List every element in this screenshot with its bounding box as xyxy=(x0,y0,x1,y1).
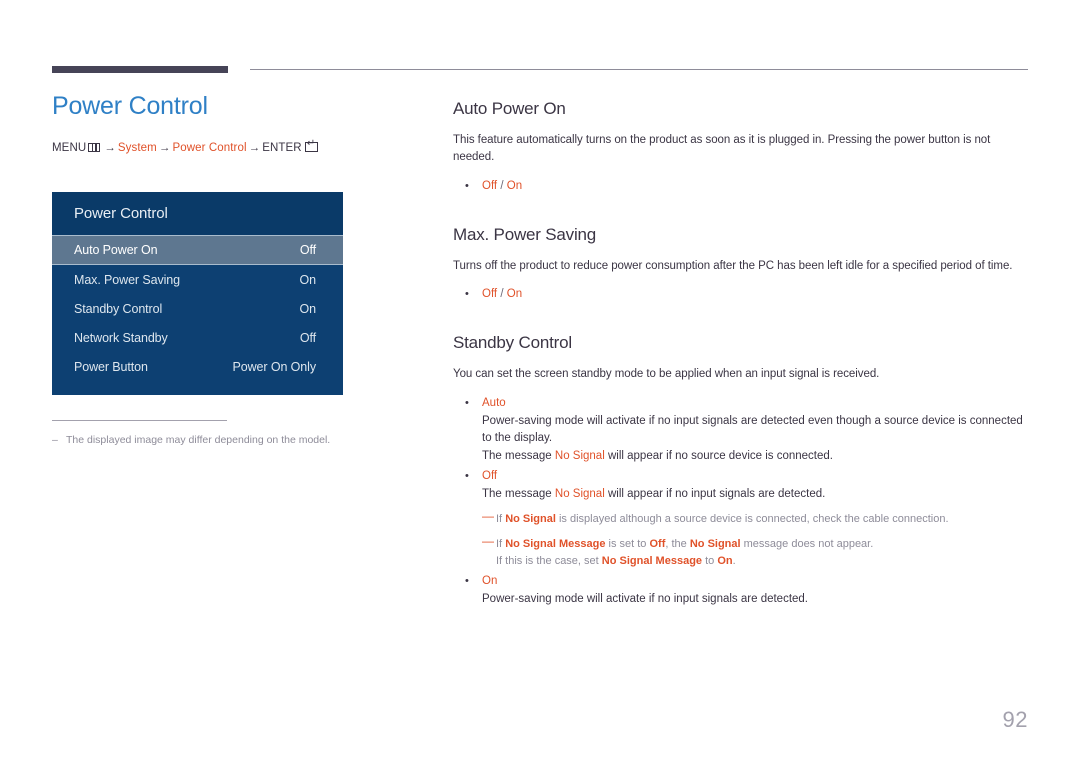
footnote-dash: – xyxy=(52,434,58,446)
option-on: On xyxy=(506,179,523,192)
osd-row-value: Power On Only xyxy=(232,359,317,374)
subnote-prefix: If xyxy=(496,512,503,525)
breadcrumb-menu-label: MENU xyxy=(52,142,87,154)
option-on: On xyxy=(482,574,498,587)
option-on-body: Power-saving mode will activate if no in… xyxy=(482,592,809,605)
option-off: Off xyxy=(482,179,498,192)
option-auto-body: Power-saving mode will activate if no in… xyxy=(482,414,1023,444)
breadcrumb-arrow-2: → xyxy=(158,142,171,154)
section-desc-max-power-saving: Turns off the product to reduce power co… xyxy=(453,259,1013,272)
keyword-no-signal: No Signal xyxy=(689,537,741,550)
left-column: Power Control MENU → System → Power Control →… xyxy=(52,90,424,154)
option-list-standby-control: • Auto Power-saving mode will activate if… xyxy=(453,395,1028,608)
right-column: Auto Power On This feature automatically… xyxy=(453,98,1028,608)
osd-menu-panel: Power Control Auto Power On Off Max. Pow… xyxy=(52,192,343,395)
subnote-suffix: message does not appear. xyxy=(743,537,874,550)
footnote-item: – The displayed image may differ dependin… xyxy=(52,433,382,448)
keyword-no-signal-message: No Signal Message xyxy=(601,554,703,567)
continuation-prefix: If this is the case, set xyxy=(496,554,599,567)
continuation-suffix: . xyxy=(732,554,736,567)
breadcrumb-item-system[interactable]: System xyxy=(118,142,157,154)
osd-row-power-button[interactable]: Power Button Power On Only xyxy=(52,352,343,381)
bullet-dot-icon: • xyxy=(465,396,469,409)
osd-row-value: Off xyxy=(299,330,316,345)
osd-row-value: Off xyxy=(299,243,316,257)
option-separator: / xyxy=(500,288,504,300)
option-separator: / xyxy=(500,179,504,192)
enter-key-icon xyxy=(304,139,318,152)
message-suffix: will appear if no source device is conne… xyxy=(607,449,833,462)
page-title: Power Control xyxy=(52,92,208,120)
list-item: • On Power-saving mode will activate if n… xyxy=(453,573,1028,608)
message-prefix: The message xyxy=(482,487,552,500)
footnote-divider xyxy=(52,420,227,421)
osd-row-label: Standby Control xyxy=(74,301,163,316)
subnote-suffix: is displayed although a source device is… xyxy=(558,512,949,525)
keyword-no-signal: No Signal xyxy=(554,487,605,500)
osd-row-label: Network Standby xyxy=(74,330,168,345)
section-desc-auto-power-on: This feature automatically turns on the … xyxy=(453,134,991,163)
bullet-dot-icon: • xyxy=(465,469,469,482)
breadcrumb: MENU → System → Power Control → ENTER xyxy=(52,139,424,154)
option-off: Off xyxy=(482,469,498,482)
footnote-text: The displayed image may differ depending… xyxy=(66,434,331,446)
section-heading-auto-power-on: Auto Power On xyxy=(453,99,566,118)
list-item: • Off / On xyxy=(453,286,1028,303)
osd-row-value: On xyxy=(299,272,317,287)
option-list-max-power-saving: • Off / On xyxy=(453,286,1028,303)
message-suffix: will appear if no input signals are dete… xyxy=(607,487,826,500)
page-number: 92 xyxy=(1002,707,1028,732)
breadcrumb-arrow-1: → xyxy=(104,142,116,154)
osd-row-label: Auto Power On xyxy=(74,243,158,257)
keyword-no-signal-message: No Signal Message xyxy=(505,537,606,550)
footnote-block: – The displayed image may differ dependin… xyxy=(52,420,382,448)
subnote-mid-1: is set to xyxy=(608,537,647,550)
option-off: Off xyxy=(482,288,498,300)
breadcrumb-arrow-3: → xyxy=(248,142,261,154)
subnote-dash-icon: — xyxy=(482,508,494,523)
osd-row-network-standby[interactable]: Network Standby Off xyxy=(52,323,343,352)
menu-grid-icon xyxy=(88,143,101,152)
header-accent-bar xyxy=(52,66,228,73)
keyword-on: On xyxy=(717,554,733,567)
option-off-message: The message No Signal will appear if no … xyxy=(482,486,1028,503)
subnote-dash-icon: — xyxy=(482,533,494,548)
breadcrumb-enter-label: ENTER xyxy=(262,142,302,154)
list-item: • Off The message No Signal will appear i… xyxy=(453,468,1028,570)
option-list-auto-power-on: • Off / On xyxy=(453,178,1028,195)
bullet-dot-icon: • xyxy=(465,179,469,192)
osd-row-label: Max. Power Saving xyxy=(74,272,180,287)
option-on: On xyxy=(506,288,523,300)
bullet-dot-icon: • xyxy=(465,574,469,587)
option-auto: Auto xyxy=(482,396,506,409)
osd-row-label: Power Button xyxy=(74,359,148,374)
option-auto-message: The message No Signal will appear if no … xyxy=(482,448,1028,465)
section-desc-standby-control: You can set the screen standby mode to b… xyxy=(453,368,880,380)
continuation-mid: to xyxy=(705,554,715,567)
bullet-dot-icon: • xyxy=(465,288,469,300)
section-heading-standby-control: Standby Control xyxy=(453,333,572,352)
section-heading-max-power-saving: Max. Power Saving xyxy=(453,224,597,244)
osd-row-max-power-saving[interactable]: Max. Power Saving On xyxy=(52,265,343,294)
keyword-no-signal: No Signal xyxy=(505,512,556,525)
subnote-continuation: If this is the case, set No Signal Messa… xyxy=(496,553,1028,570)
keyword-off: Off xyxy=(649,537,666,550)
subnote-cable-connection: — If No Signal is displayed although a so… xyxy=(482,508,1028,528)
subnote-no-signal-message: — If No Signal Message is set to Off, the… xyxy=(482,533,1028,570)
osd-row-auto-power-on[interactable]: Auto Power On Off xyxy=(52,235,343,265)
subnote-prefix: If xyxy=(496,537,503,550)
list-item: • Auto Power-saving mode will activate if… xyxy=(453,395,1028,465)
osd-menu-title: Power Control xyxy=(52,192,343,235)
subnote-mid-2: , the xyxy=(665,537,687,550)
message-prefix: The message xyxy=(482,449,552,462)
list-item: • Off / On xyxy=(453,178,1028,195)
osd-row-value: On xyxy=(299,301,317,316)
osd-row-standby-control[interactable]: Standby Control On xyxy=(52,294,343,323)
keyword-no-signal: No Signal xyxy=(554,449,605,462)
breadcrumb-item-power-control[interactable]: Power Control xyxy=(172,142,246,154)
header-divider-line xyxy=(250,69,1028,70)
